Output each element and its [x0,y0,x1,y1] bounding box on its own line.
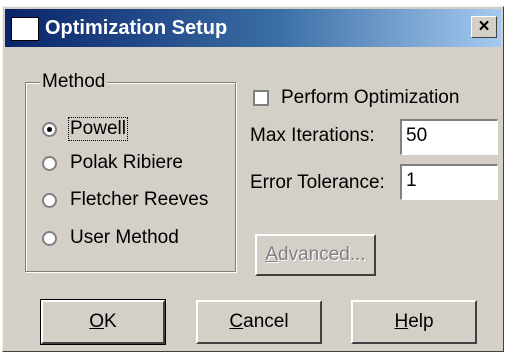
radio-powell[interactable]: Powell [42,117,128,141]
radio-label-powell: Powell [68,117,128,141]
radio-label-user-method: User Method [70,227,179,248]
error-tolerance-field[interactable]: 1 [400,164,498,200]
advanced-mnemonic: A [265,244,278,265]
cancel-button[interactable]: Cancel [196,300,322,344]
radio-fletcher-reeves[interactable]: Fletcher Reeves [42,188,209,212]
radio-polak-ribiere[interactable]: Polak Ribiere [42,151,184,175]
close-button[interactable]: × [471,16,497,38]
ok-button[interactable]: OK [40,299,166,345]
help-mnemonic: H [394,311,409,332]
app-window-icon [11,17,39,41]
cancel-label: ancel [243,311,289,332]
help-button[interactable]: Help [351,300,477,344]
perform-optimization-checkbox[interactable]: Perform Optimization [253,86,459,110]
error-tolerance-label: Error Tolerance: [250,172,385,193]
help-label: elp [408,311,434,332]
checkbox-icon[interactable] [253,90,269,106]
max-iterations-field[interactable]: 50 [400,119,498,155]
radio-label-polak-ribiere: Polak Ribiere [70,152,183,173]
ok-mnemonic: O [89,311,105,332]
radio-button-icon[interactable] [42,121,57,137]
window-title: Optimization Setup [45,17,228,39]
advanced-label: dvanced... [278,244,366,265]
max-iterations-label: Max Iterations: [250,125,375,146]
radio-button-icon[interactable] [42,192,57,208]
perform-optimization-label: Perform Optimization [281,87,460,108]
radio-button-icon[interactable] [42,230,57,246]
radio-label-fletcher-reeves: Fletcher Reeves [70,189,209,210]
advanced-button[interactable]: Advanced... [255,234,376,276]
radio-button-icon[interactable] [42,155,57,171]
ok-label: K [104,311,117,332]
method-group-label: Method [40,71,108,92]
radio-user-method[interactable]: User Method [42,226,180,250]
cancel-mnemonic: C [229,311,244,332]
title-bar[interactable]: Optimization Setup × [5,9,501,47]
close-icon: × [478,16,490,37]
